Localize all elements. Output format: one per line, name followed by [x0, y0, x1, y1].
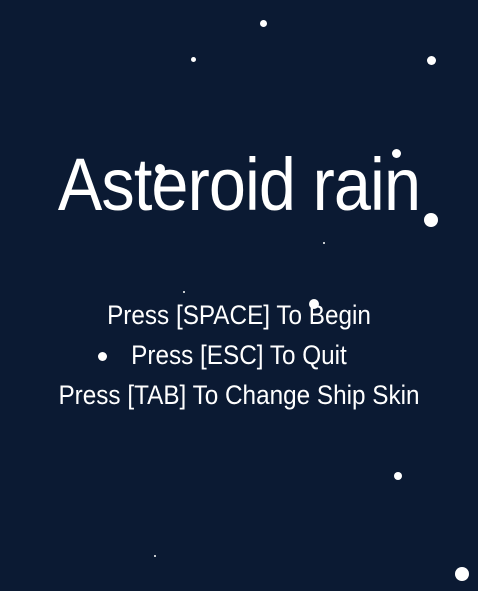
asteroid	[183, 291, 185, 293]
asteroid	[260, 20, 267, 27]
asteroid	[455, 567, 469, 581]
change-skin-instruction: Press [TAB] To Change Ship Skin	[58, 380, 420, 410]
game-title: Asteroid rain	[57, 143, 421, 226]
asteroid	[323, 242, 325, 244]
asteroid	[394, 472, 402, 480]
start-instruction: Press [SPACE] To Begin	[107, 300, 371, 330]
asteroid	[191, 57, 196, 62]
asteroid	[154, 555, 156, 557]
game-screen[interactable]: Asteroid rain Press [SPACE] To Begin Pre…	[0, 0, 478, 591]
quit-instruction: Press [ESC] To Quit	[131, 340, 347, 370]
asteroid	[427, 56, 436, 65]
